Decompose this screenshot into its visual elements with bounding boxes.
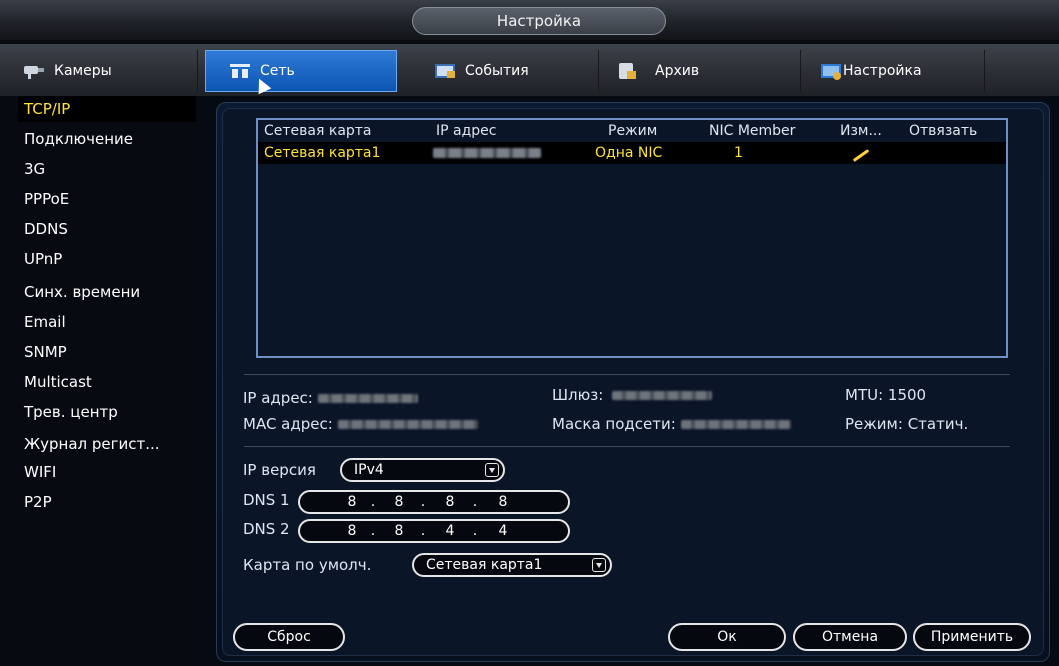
subnet-mask-label: Маска подсети:	[552, 415, 676, 433]
ip-dot: .	[370, 523, 376, 539]
mtu-label: MTU:	[845, 386, 884, 404]
mac-address-label: MAC адрес:	[243, 415, 333, 433]
divider	[244, 446, 1010, 447]
dns1-field[interactable]: 8 . 8 . 8 . 8	[298, 490, 570, 514]
ip-dot: .	[370, 494, 376, 510]
default-card-select[interactable]: Сетевая карта1	[412, 553, 612, 577]
sidebar-item-ddns[interactable]: DDNS	[18, 216, 196, 242]
sidebar-item-time-sync[interactable]: Синх. времени	[18, 279, 196, 305]
cancel-button[interactable]: Отмена	[793, 623, 907, 651]
ip-version-select[interactable]: IPv4	[340, 458, 505, 482]
dns1-octet-4[interactable]: 8	[488, 492, 518, 512]
col-header-unbind[interactable]: Отвязать	[909, 120, 977, 142]
nic-table-header: Сетевая карта IP адрес Режим NIC Member …	[258, 120, 1006, 142]
chevron-down-icon	[592, 558, 606, 572]
dns2-label: DNS 2	[243, 520, 290, 538]
dns2-field[interactable]: 8 . 8 . 4 . 4	[298, 519, 570, 543]
col-header-ip[interactable]: IP адрес	[436, 120, 496, 142]
tab-settings[interactable]: Настройка	[807, 50, 985, 92]
ip-version-value: IPv4	[354, 462, 384, 478]
mtu-value: 1500	[887, 386, 927, 404]
window-title: Настройка	[412, 7, 666, 35]
sidebar-item-upnp[interactable]: UPnP	[18, 246, 196, 272]
dns2-octet-2[interactable]: 8	[384, 521, 414, 541]
sidebar-item-snmp[interactable]: SNMP	[18, 339, 196, 365]
col-header-member[interactable]: NIC Member	[709, 120, 795, 142]
redacted-gateway	[612, 391, 713, 400]
tab-events-label: События	[465, 63, 529, 79]
dns1-label: DNS 1	[243, 491, 290, 509]
dns2-octet-1[interactable]: 8	[337, 521, 367, 541]
sidebar-item-connection[interactable]: Подключение	[18, 126, 196, 152]
nic-table: Сетевая карта IP адрес Режим NIC Member …	[256, 118, 1008, 358]
pencil-icon[interactable]	[852, 142, 870, 164]
subnet-mask-info: Маска подсети:	[552, 414, 791, 434]
tab-archive-label: Архив	[655, 63, 700, 79]
divider	[244, 374, 1010, 375]
redacted-ip	[433, 148, 541, 158]
mode-value: Статич.	[907, 415, 969, 433]
mac-address-info: MAC адрес:	[243, 414, 478, 434]
events-icon	[433, 61, 457, 81]
sidebar-item-alarm-center[interactable]: Трев. центр	[18, 399, 196, 425]
col-header-card[interactable]: Сетевая карта	[264, 120, 372, 142]
title-bar: Настройка	[0, 0, 1059, 42]
gateway-label: Шлюз:	[552, 386, 604, 404]
row-member: 1	[734, 145, 743, 161]
sidebar-item-3g[interactable]: 3G	[18, 156, 196, 182]
row-card-name: Сетевая карта1	[264, 145, 381, 161]
row-mode: Одна NIC	[595, 145, 663, 161]
redacted-ip-address	[317, 394, 418, 403]
dns2-octet-4[interactable]: 4	[488, 521, 518, 541]
apply-button[interactable]: Применить	[913, 623, 1031, 651]
table-row[interactable]: Сетевая карта1 Одна NIC 1	[258, 142, 1006, 164]
mode-label: Режим:	[845, 415, 903, 433]
redacted-subnet-mask	[680, 420, 791, 429]
tab-settings-label: Настройка	[843, 63, 922, 79]
tab-events[interactable]: События	[403, 50, 599, 92]
dns2-octet-3[interactable]: 4	[435, 521, 465, 541]
sidebar-item-multicast[interactable]: Multicast	[18, 369, 196, 395]
tab-cameras[interactable]: Камеры	[8, 50, 198, 92]
default-card-label: Карта по умолч.	[243, 556, 372, 574]
sidebar-item-pppoe[interactable]: PPPoE	[18, 186, 196, 212]
sidebar-item-event-log[interactable]: Журнал регист...	[18, 431, 196, 457]
mode-info: Режим: Статич.	[845, 414, 968, 434]
ip-address-label: IP адрес:	[243, 389, 313, 407]
ip-version-label: IP версия	[243, 461, 316, 479]
sidebar-item-tcpip[interactable]: TCP/IP	[18, 96, 196, 122]
gateway-info: Шлюз:	[552, 385, 713, 405]
default-card-value: Сетевая карта1	[426, 557, 543, 573]
ip-address-info: IP адрес:	[243, 388, 418, 408]
ok-button[interactable]: Ок	[668, 623, 786, 651]
reset-button[interactable]: Сброс	[233, 623, 345, 651]
sidebar-menu: TCP/IP Подключение 3G PPPoE DDNS UPnP Си…	[0, 96, 202, 666]
mtu-info: MTU: 1500	[845, 385, 926, 405]
network-icon	[228, 61, 252, 81]
ip-dot: .	[420, 523, 426, 539]
chevron-down-icon	[485, 463, 499, 477]
col-header-mode[interactable]: Режим	[608, 120, 657, 142]
dns1-octet-2[interactable]: 8	[384, 492, 414, 512]
cameras-icon	[22, 61, 46, 81]
dns1-octet-3[interactable]: 8	[435, 492, 465, 512]
sidebar-item-email[interactable]: Email	[18, 309, 196, 335]
settings-icon	[819, 61, 843, 81]
redacted-mac-address	[337, 420, 478, 429]
settings-window: Настройка Камеры Сеть События Архив Наст…	[0, 0, 1059, 666]
main-tab-bar: Камеры Сеть События Архив Настройка	[0, 44, 1059, 96]
sidebar-item-p2p[interactable]: P2P	[18, 489, 196, 515]
tab-cameras-label: Камеры	[54, 63, 112, 79]
tab-network[interactable]: Сеть	[205, 50, 397, 92]
ip-dot: .	[420, 494, 426, 510]
ip-dot: .	[472, 523, 478, 539]
row-ip-address	[433, 142, 541, 164]
sidebar-item-wifi[interactable]: WIFI	[18, 459, 196, 485]
ip-dot: .	[472, 494, 478, 510]
archive-icon	[615, 61, 639, 81]
col-header-edit[interactable]: Изм...	[840, 120, 882, 142]
dns1-octet-1[interactable]: 8	[337, 492, 367, 512]
tab-archive[interactable]: Архив	[605, 50, 801, 92]
